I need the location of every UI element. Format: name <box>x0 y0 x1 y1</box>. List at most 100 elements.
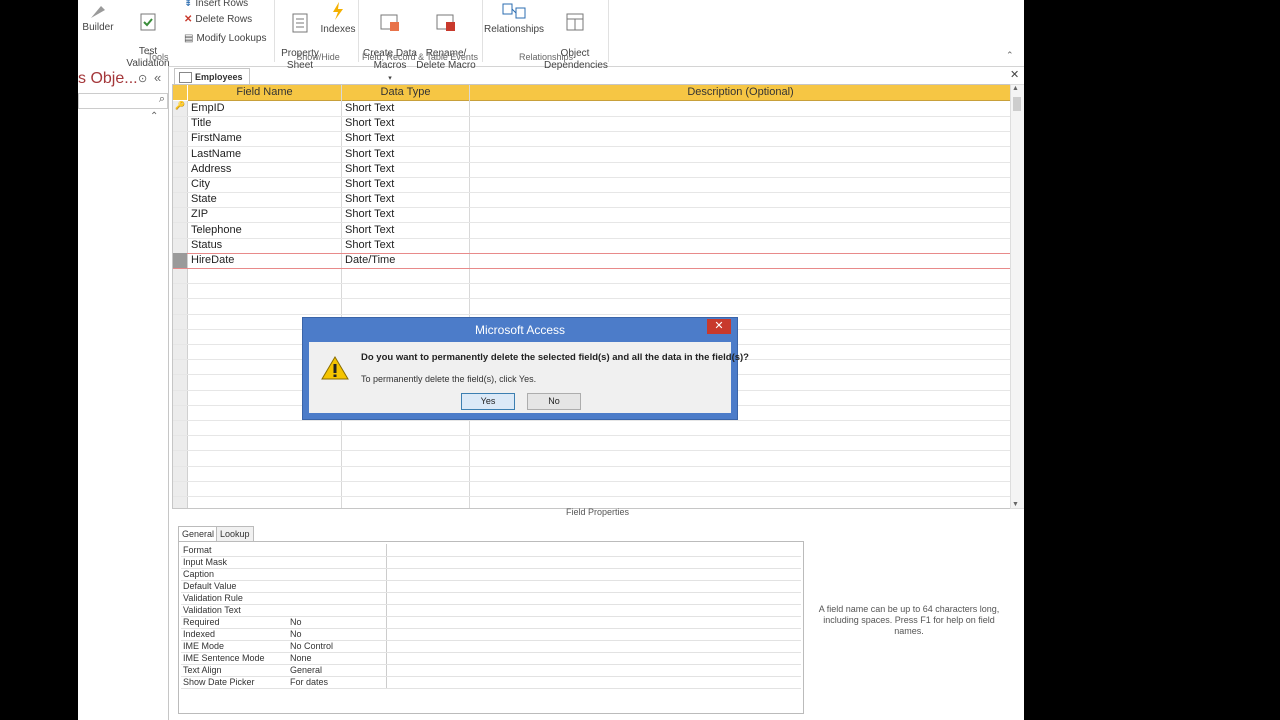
field-name-cell[interactable]: Telephone <box>188 223 242 238</box>
tab-employees[interactable]: Employees <box>174 68 250 85</box>
table-row[interactable]: LastName Short Text <box>173 147 1011 163</box>
rename-delete-macro-icon <box>436 14 455 31</box>
property-label: Validation Text <box>183 605 241 615</box>
row-selector[interactable] <box>173 147 187 162</box>
delete-rows-icon: ✕ <box>184 14 193 25</box>
property-value[interactable]: No <box>290 628 302 640</box>
column-header-field-name[interactable]: Field Name <box>188 85 341 101</box>
field-name-cell[interactable]: City <box>188 177 210 192</box>
field-name-cell[interactable]: EmpID <box>188 101 225 116</box>
scroll-down-icon[interactable]: ▼ <box>1012 501 1019 508</box>
row-selector[interactable] <box>173 207 187 222</box>
column-header-data-type[interactable]: Data Type <box>342 85 469 101</box>
data-type-cell[interactable]: Short Text <box>342 223 394 238</box>
row-selector[interactable] <box>173 223 187 238</box>
table-row[interactable]: State Short Text <box>173 192 1011 209</box>
builder-icon <box>91 6 105 18</box>
table-row[interactable]: Status Short Text <box>173 238 1011 254</box>
row-selector[interactable] <box>173 162 187 177</box>
insert-rows-button[interactable]: ⇟ Insert Rows <box>184 0 248 9</box>
data-type-cell[interactable]: Short Text <box>342 101 394 116</box>
table-row[interactable]: FirstName Short Text <box>173 131 1011 148</box>
delete-rows-button[interactable]: ✕ Delete Rows <box>184 14 252 25</box>
dialog-close-button[interactable]: ✕ <box>707 319 731 334</box>
row-selector[interactable] <box>173 177 187 192</box>
tab-general[interactable]: General <box>178 526 219 542</box>
row-selector[interactable] <box>173 116 187 131</box>
table-row[interactable] <box>173 466 1011 482</box>
data-type-cell[interactable]: Short Text <box>342 162 394 177</box>
data-type-cell[interactable]: Short Text <box>342 131 394 146</box>
navigation-pane: s Obje... ⊙ « ⌕ ⌃ <box>78 66 169 720</box>
no-button[interactable]: No <box>527 393 581 410</box>
table-icon <box>179 72 192 83</box>
field-name-cell[interactable]: Address <box>188 162 231 177</box>
property-row[interactable]: Show Date Picker For dates <box>181 676 801 689</box>
collapse-group-icon[interactable]: ⌃ <box>150 111 158 122</box>
relationships-button[interactable]: Relationships <box>484 0 544 36</box>
table-row[interactable] <box>173 283 1011 300</box>
data-type-cell[interactable]: Date/Time <box>342 253 395 268</box>
modify-lookups-button[interactable]: ▤ Modify Lookups <box>184 33 267 44</box>
row-selector[interactable] <box>173 131 187 146</box>
yes-button[interactable]: Yes <box>461 393 515 410</box>
table-row[interactable]: Telephone Short Text <box>173 223 1011 239</box>
grid-corner <box>173 85 187 100</box>
field-name-cell[interactable]: State <box>188 192 217 207</box>
field-name-cell[interactable]: ZIP <box>188 207 208 222</box>
data-type-cell[interactable]: Short Text <box>342 207 394 222</box>
table-row[interactable]: 🔑 EmpID Short Text <box>173 101 1011 117</box>
table-row[interactable] <box>173 420 1011 437</box>
property-value[interactable]: For dates <box>290 676 328 688</box>
indexes-button[interactable]: Indexes <box>320 0 356 36</box>
data-type-cell[interactable]: Short Text <box>342 177 394 192</box>
data-type-cell[interactable]: Short Text <box>342 116 394 131</box>
table-row[interactable] <box>173 481 1011 497</box>
data-type-cell[interactable]: Short Text <box>342 192 394 207</box>
data-type-cell[interactable]: Short Text <box>342 147 394 162</box>
field-name-cell[interactable]: LastName <box>188 147 241 162</box>
modify-lookups-icon: ▤ <box>184 33 194 44</box>
row-selector[interactable] <box>173 192 187 207</box>
nav-search-input[interactable]: ⌕ <box>78 93 168 109</box>
property-value[interactable]: None <box>290 652 312 664</box>
nav-menu-icon[interactable]: ⊙ <box>138 72 147 85</box>
nav-pane-title[interactable]: s Obje... <box>78 70 138 88</box>
table-row[interactable] <box>173 435 1011 452</box>
property-label: Validation Rule <box>183 593 243 603</box>
ribbon-separator <box>358 0 359 62</box>
field-name-cell[interactable]: HireDate <box>188 253 234 268</box>
field-name-cell[interactable]: FirstName <box>188 131 242 146</box>
row-selector[interactable]: 🔑 <box>173 101 187 116</box>
table-row[interactable]: Title Short Text <box>173 116 1011 133</box>
table-design-grid: Field Name Data Type Description (Option… <box>172 84 1012 509</box>
tab-lookup[interactable]: Lookup <box>216 526 254 542</box>
table-row[interactable]: Address Short Text <box>173 162 1011 178</box>
validation-icon <box>140 13 156 31</box>
column-header-description[interactable]: Description (Optional) <box>470 85 1011 101</box>
table-row[interactable] <box>173 268 1011 285</box>
builder-button[interactable]: Builder <box>82 0 114 34</box>
property-value[interactable]: No <box>290 616 302 628</box>
scroll-thumb[interactable] <box>1013 97 1021 111</box>
group-label-relationships: Relationships <box>518 52 574 62</box>
create-data-macros-button[interactable]: Create Data Macros ▾ <box>362 0 418 85</box>
table-row[interactable]: HireDate Date/Time <box>173 253 1011 269</box>
field-name-cell[interactable]: Status <box>188 238 222 253</box>
row-selector[interactable] <box>173 238 187 253</box>
table-row[interactable] <box>173 451 1011 467</box>
row-selector[interactable] <box>173 253 187 268</box>
ribbon: Builder Test Validation Rules ⇟ Insert R… <box>78 0 1024 82</box>
table-row[interactable] <box>173 299 1011 315</box>
field-name-cell[interactable]: Title <box>188 116 211 131</box>
scroll-up-icon[interactable]: ▲ <box>1012 85 1019 92</box>
close-document-icon[interactable]: ✕ <box>1010 68 1019 81</box>
table-row[interactable]: ZIP Short Text <box>173 207 1011 224</box>
property-value[interactable]: No Control <box>290 640 333 652</box>
shutter-bar-close-icon[interactable]: « <box>154 70 161 85</box>
collapse-ribbon-icon[interactable]: ⌃ <box>1006 50 1014 61</box>
data-type-cell[interactable]: Short Text <box>342 238 394 253</box>
property-value[interactable]: General <box>290 664 322 676</box>
grid-vertical-scrollbar[interactable]: ▲ ▼ <box>1010 84 1024 509</box>
table-row[interactable]: City Short Text <box>173 177 1011 193</box>
